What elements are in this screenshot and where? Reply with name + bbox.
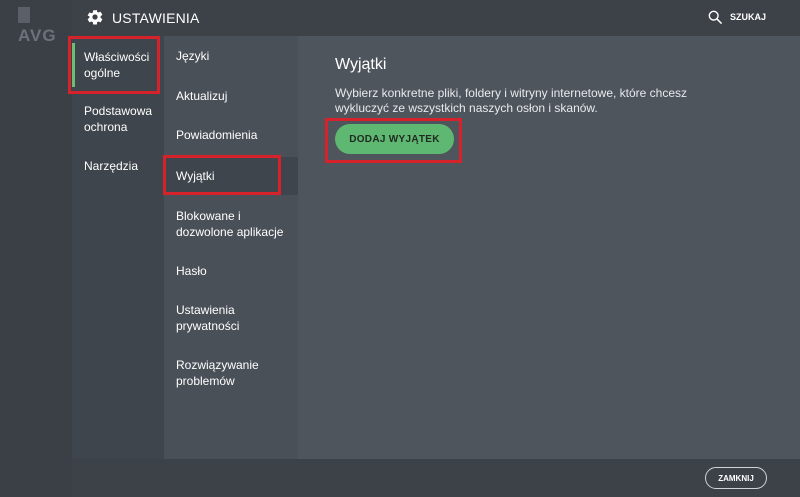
search-button[interactable]: SZUKAJ: [708, 8, 766, 26]
search-icon: [708, 10, 722, 24]
subnav-item-password[interactable]: Hasło: [164, 263, 298, 279]
nav-item-basic-protection[interactable]: Podstawowa ochrona: [72, 103, 164, 135]
background-app: AVG: [0, 0, 72, 497]
title-bar: USTAWIENIA SZUKAJ: [72, 0, 800, 36]
subnav-item-update[interactable]: Aktualizuj: [164, 88, 298, 104]
nav-item-tools[interactable]: Narzędzia: [72, 158, 164, 174]
section-description: Wybierz konkretne pliki, foldery i witry…: [335, 86, 688, 115]
secondary-nav: Języki Aktualizuj Powiadomienia Wyjątki …: [164, 36, 298, 459]
page-title: USTAWIENIA: [112, 10, 200, 26]
gear-icon: [87, 9, 103, 25]
nav-item-general-properties[interactable]: Właściwości ogólne: [72, 43, 164, 87]
subnav-item-blocked-allowed-apps[interactable]: Blokowane i dozwolone aplikacje: [164, 208, 298, 240]
background-app-logo: AVG: [18, 6, 72, 46]
subnav-item-troubleshooting[interactable]: Rozwiązywanie problemów: [164, 357, 298, 389]
add-exception-button[interactable]: DODAJ WYJĄTEK: [335, 124, 454, 154]
primary-nav: Właściwości ogólne Podstawowa ochrona Na…: [72, 36, 164, 459]
footer-bar: ZAMKNIJ: [72, 459, 800, 497]
content-panel: Wyjątki Wybierz konkretne pliki, foldery…: [298, 36, 800, 459]
search-label: SZUKAJ: [729, 12, 766, 22]
subnav-item-languages[interactable]: Języki: [164, 48, 298, 64]
section-title: Wyjątki: [335, 56, 387, 73]
subnav-item-privacy-settings[interactable]: Ustawienia prywatności: [164, 302, 298, 334]
settings-dialog: USTAWIENIA SZUKAJ Właściwości ogólne Pod…: [72, 0, 800, 497]
subnav-item-exceptions[interactable]: Wyjątki: [164, 168, 298, 184]
close-button[interactable]: ZAMKNIJ: [705, 467, 767, 489]
subnav-item-notifications[interactable]: Powiadomienia: [164, 127, 298, 143]
